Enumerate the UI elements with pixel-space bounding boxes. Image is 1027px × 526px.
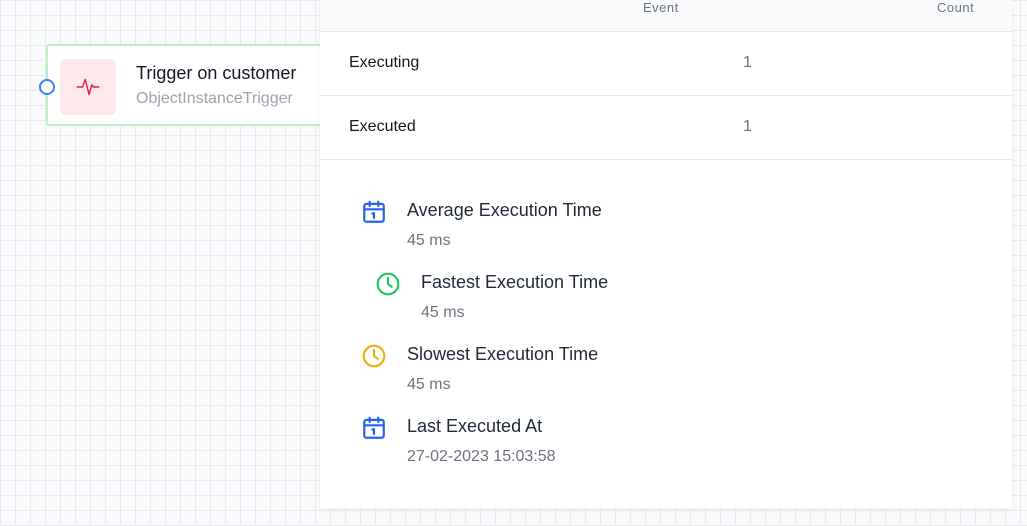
stat-value: 45 ms [421, 304, 465, 321]
stat-value: 45 ms [407, 232, 451, 249]
node-title: Trigger on customer [136, 63, 297, 83]
calendar-icon [363, 416, 385, 439]
node-subtitle: ObjectInstanceTrigger [136, 90, 293, 107]
stat-title: Average Execution Time [407, 200, 602, 220]
column-header-count: Count [937, 0, 975, 15]
event-cell: Executing [349, 54, 420, 71]
node-icon-container [60, 59, 116, 115]
event-cell: Executed [349, 118, 416, 135]
table-header: Event Count [320, 0, 1012, 32]
table-row: Executing 1 [320, 32, 1012, 96]
activity-pulse-icon [76, 78, 100, 96]
stat-value: 45 ms [407, 376, 451, 393]
stat-title: Last Executed At [407, 416, 543, 436]
clock-icon [376, 272, 400, 296]
count-cell: 1 [743, 118, 752, 135]
stat-value: 27-02-2023 15:03:58 [407, 448, 556, 465]
stat-title: Slowest Execution Time [407, 344, 599, 364]
stat-title: Fastest Execution Time [421, 272, 609, 292]
execution-stats-panel: Event Count Executing 1 Executed 1 Avera… [320, 0, 1012, 508]
workflow-node[interactable]: Trigger on customer ObjectInstanceTrigge… [39, 44, 366, 126]
column-header-event: Event [643, 0, 679, 15]
clock-icon [362, 344, 386, 368]
table-row: Executed 1 [320, 96, 1012, 160]
count-cell: 1 [743, 54, 752, 71]
calendar-icon [363, 200, 385, 223]
node-input-port[interactable] [39, 79, 55, 95]
